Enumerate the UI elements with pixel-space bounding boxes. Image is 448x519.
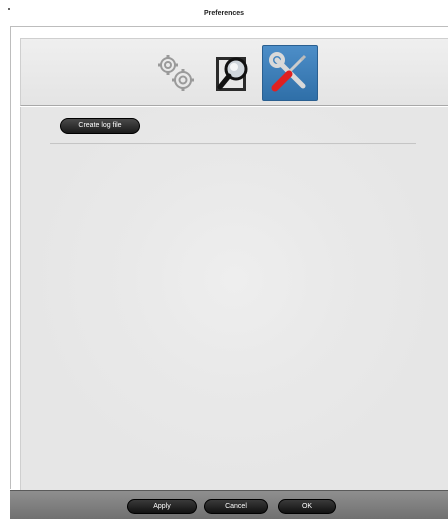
ok-button[interactable]: OK: [278, 499, 336, 514]
apply-button[interactable]: Apply: [127, 499, 197, 514]
preferences-window: Preferences Create log file Apply Cancel…: [0, 0, 448, 519]
toolbar-tools-button[interactable]: [262, 45, 318, 101]
cancel-button[interactable]: Cancel: [204, 499, 268, 514]
window-title: Preferences: [203, 10, 245, 17]
preferences-toolbar: [20, 38, 448, 106]
toolbar-general-button[interactable]: [148, 45, 204, 101]
toolbar-search-button[interactable]: [206, 45, 262, 101]
content-divider: [50, 143, 416, 145]
preferences-content: [20, 107, 448, 490]
gears-icon: [158, 55, 194, 91]
tools-icon: [269, 52, 307, 92]
create-log-file-button[interactable]: Create log file: [60, 118, 140, 134]
magnifier-icon: [216, 57, 248, 91]
